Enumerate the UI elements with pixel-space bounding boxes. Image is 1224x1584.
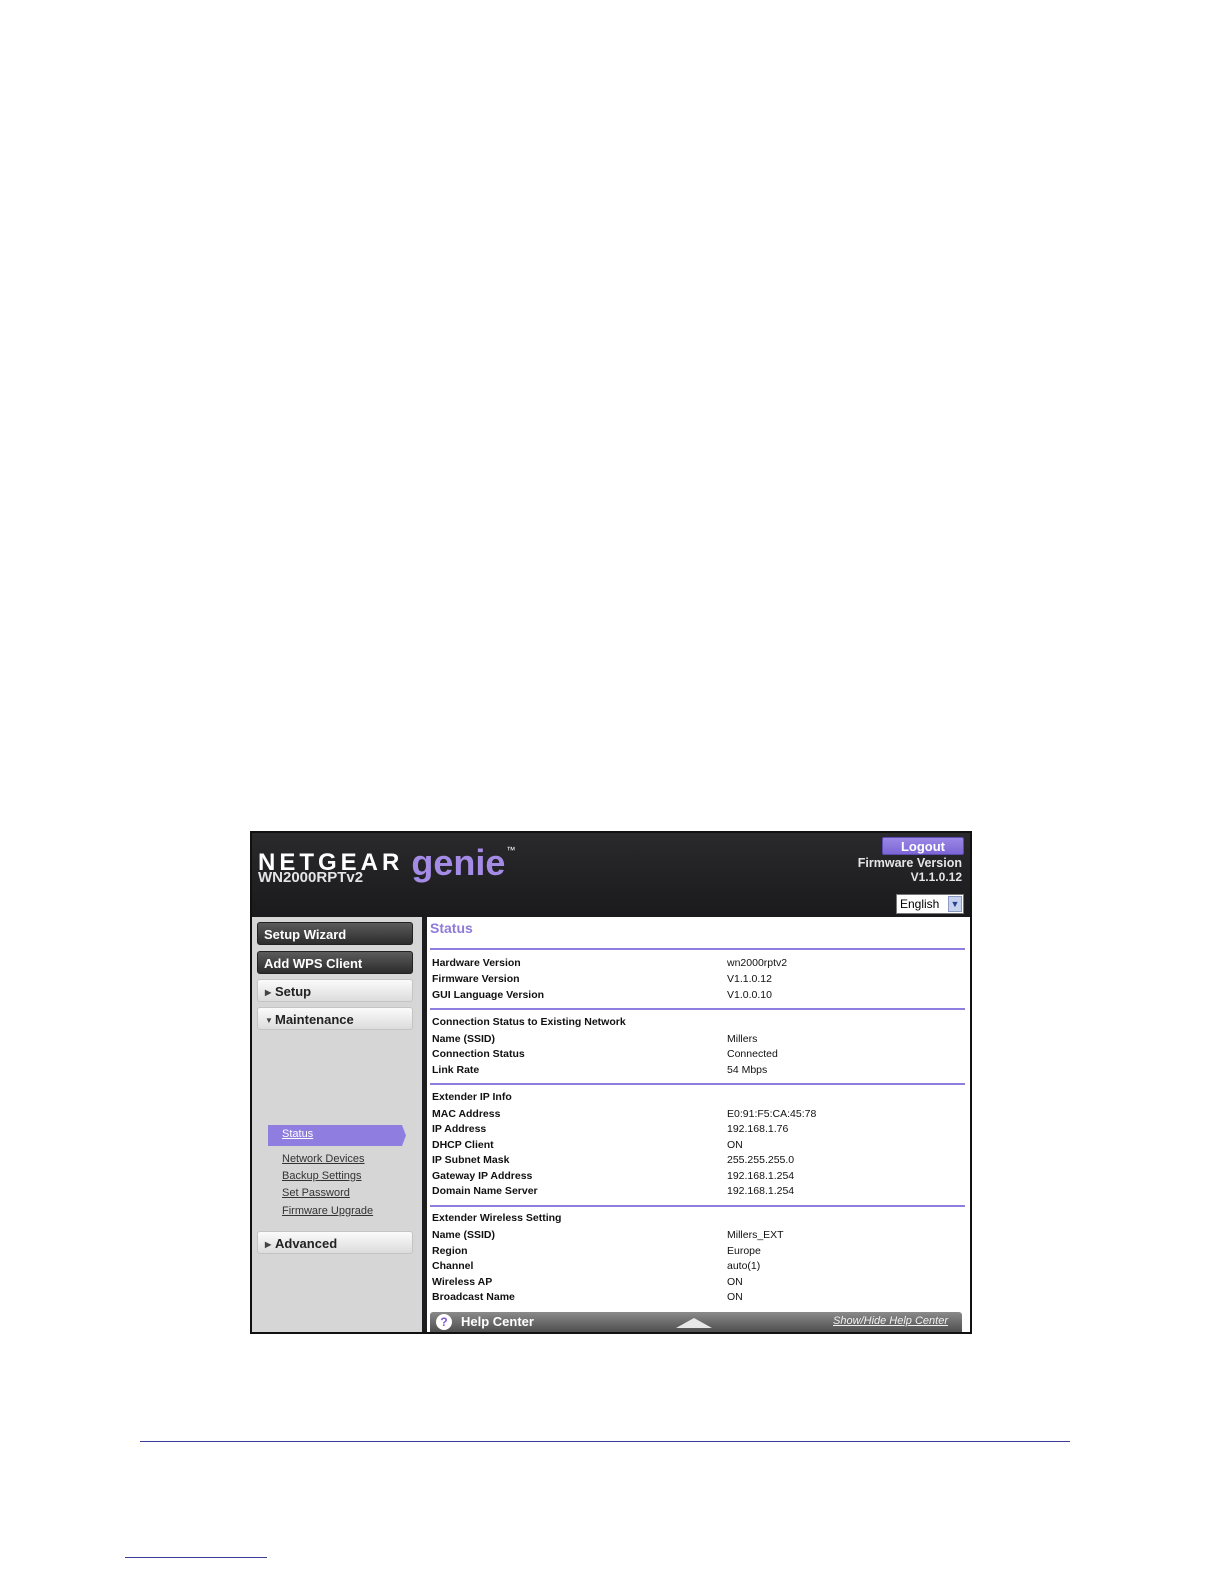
page-title: Status	[430, 920, 473, 936]
logout-button[interactable]: Logout	[882, 837, 964, 855]
status-row-mac-address: MAC Address E0:91:F5:CA:45:78	[432, 1108, 817, 1120]
status-row-gateway: Gateway IP Address 192.168.1.254	[432, 1170, 795, 1182]
status-row-link-rate: Link Rate 54 Mbps	[432, 1064, 768, 1076]
triangle-right-icon: ▶	[265, 988, 272, 997]
submenu-item-status[interactable]: Status	[268, 1125, 406, 1146]
sidebar-item-label: Maintenance	[275, 1012, 354, 1027]
sidebar-item-setup[interactable]: ▶ Setup	[257, 979, 413, 1002]
status-row-subnet-mask: IP Subnet Mask 255.255.255.0	[432, 1154, 795, 1166]
submenu-item-set-password[interactable]: Set Password	[282, 1187, 350, 1199]
status-row-gui-language: GUI Language Version V1.0.0.10	[432, 989, 772, 1001]
triangle-right-icon: ▶	[265, 1240, 272, 1249]
section-divider	[430, 1205, 965, 1207]
section-heading-ip-info: Extender IP Info	[432, 1091, 512, 1103]
setup-wizard-button[interactable]: Setup Wizard	[257, 922, 413, 945]
status-row-firmware-version: Firmware Version V1.1.0.12	[432, 973, 772, 985]
status-row-hardware-version: Hardware Version wn2000rptv2	[432, 957, 788, 969]
submenu-item-firmware-upgrade[interactable]: Firmware Upgrade	[282, 1205, 373, 1217]
firmware-version-value: V1.1.0.12	[910, 870, 962, 884]
firmware-version-label: Firmware Version	[857, 856, 962, 870]
footer-link-underline	[125, 1557, 267, 1558]
submenu-item-label: Status	[282, 1128, 314, 1140]
router-admin-screenshot: NETGEAR genie ™ WN2000RPTv2 Logout Firmw…	[250, 831, 972, 1334]
status-row-wireless-ssid: Name (SSID) Millers_EXT	[432, 1229, 784, 1241]
status-row-ip-address: IP Address 192.168.1.76	[432, 1123, 789, 1135]
sidebar-item-label: Advanced	[275, 1236, 338, 1251]
section-heading-wireless: Extender Wireless Setting	[432, 1212, 562, 1224]
section-heading-connection: Connection Status to Existing Network	[432, 1016, 626, 1028]
footer-divider	[140, 1441, 1070, 1442]
header-bar: NETGEAR genie ™ WN2000RPTv2 Logout Firmw…	[252, 833, 970, 917]
section-divider	[430, 1008, 965, 1010]
status-row-channel: Channel auto(1)	[432, 1260, 761, 1272]
triangle-down-icon: ▼	[265, 1016, 273, 1025]
status-row-broadcast-name: Broadcast Name ON	[432, 1291, 743, 1303]
status-row-dns: Domain Name Server 192.168.1.254	[432, 1185, 795, 1197]
status-panel: Status Hardware Version wn2000rptv2 Firm…	[427, 917, 970, 1332]
status-row-connection-ssid: Name (SSID) Millers	[432, 1033, 758, 1045]
chevron-up-icon[interactable]	[676, 1318, 712, 1328]
language-selected-value: English	[900, 897, 940, 911]
section-divider	[430, 1083, 965, 1085]
sidebar-item-label: Setup	[275, 984, 312, 999]
submenu-item-network-devices[interactable]: Network Devices	[282, 1153, 365, 1165]
status-row-wireless-ap: Wireless AP ON	[432, 1276, 743, 1288]
language-select[interactable]: English ▼	[896, 894, 964, 914]
status-row-region: Region Europe	[432, 1245, 761, 1257]
add-wps-client-button[interactable]: Add WPS Client	[257, 951, 413, 974]
sidebar-item-maintenance[interactable]: ▼ Maintenance	[257, 1007, 413, 1030]
section-divider	[430, 948, 965, 950]
chevron-down-icon[interactable]: ▼	[948, 896, 962, 912]
sidebar-item-advanced[interactable]: ▶ Advanced	[257, 1231, 413, 1254]
sidebar: Setup Wizard Add WPS Client ▶ Setup ▼ Main…	[252, 917, 422, 1332]
status-row-dhcp-client: DHCP Client ON	[432, 1139, 743, 1151]
submenu-item-backup-settings[interactable]: Backup Settings	[282, 1170, 362, 1182]
status-row-connection-status: Connection Status Connected	[432, 1048, 778, 1060]
help-center-label[interactable]: Help Center	[461, 1314, 534, 1329]
show-hide-help-link[interactable]: Show/Hide Help Center	[833, 1315, 948, 1327]
help-center-bar: ? Help Center Show/Hide Help Center	[430, 1312, 962, 1332]
model-name: WN2000RPTv2	[258, 869, 364, 886]
help-question-icon[interactable]: ?	[436, 1314, 452, 1330]
